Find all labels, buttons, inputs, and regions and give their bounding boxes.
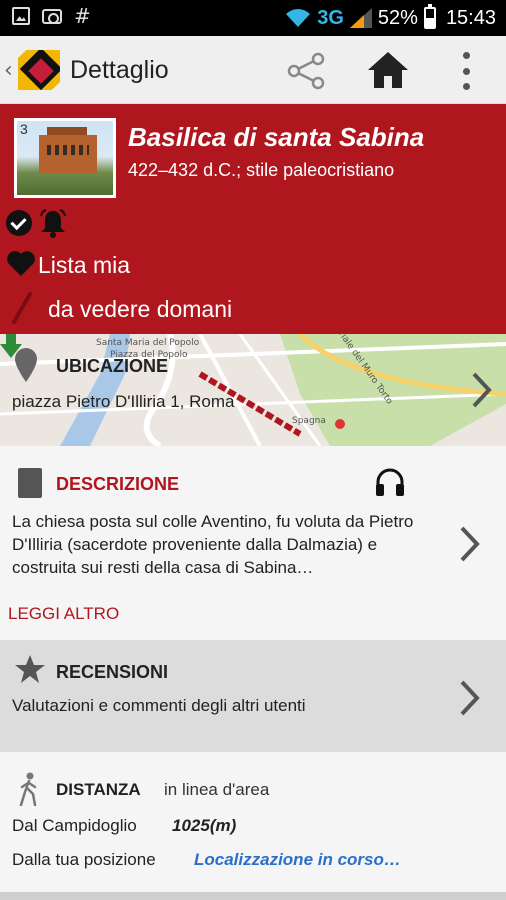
walking-icon <box>19 772 37 806</box>
reviews-text: Valutazioni e commenti degli altri utent… <box>12 696 306 715</box>
location-title: UBICAZIONE <box>56 356 168 376</box>
headphones-icon[interactable] <box>374 466 406 498</box>
location-address: piazza Pietro D'Illiria 1, Roma <box>12 392 235 411</box>
document-icon <box>18 468 42 498</box>
visited-check-icon[interactable] <box>6 210 32 236</box>
back-icon[interactable]: ‹ <box>4 58 13 83</box>
pencil-icon[interactable] <box>8 292 36 326</box>
wifi-icon <box>285 8 311 28</box>
distance-row-value: Localizzazione in corso… <box>194 850 401 869</box>
read-more-link[interactable]: LEGGI ALTRO <box>8 604 119 624</box>
distance-subtitle: in linea d'area <box>164 780 270 799</box>
signal-icon <box>349 8 372 28</box>
monument-title: Basilica di santa Sabina <box>128 122 425 152</box>
description-text: La chiesa posta sul colle Aventino, fu v… <box>12 512 414 577</box>
reviews-title: RECENSIONI <box>56 662 169 682</box>
clock: 15:43 <box>445 6 496 29</box>
distance-section: DISTANZA in linea d'area Dal Campidoglio… <box>0 752 506 892</box>
battery-icon <box>423 4 436 29</box>
monument-subtitle: 422–432 d.C.; stile paleocristiano <box>128 160 395 180</box>
image-icon <box>12 7 30 25</box>
reviews-section[interactable]: RECENSIONI Valutazioni e commenti degli … <box>0 640 506 752</box>
distance-title: DISTANZA <box>56 780 141 799</box>
note-label[interactable]: da vedere domani <box>48 296 232 323</box>
app-logo[interactable] <box>18 50 60 90</box>
map-label: Santa Maria del Popolo <box>96 338 200 348</box>
home-icon[interactable] <box>366 50 410 90</box>
hash-icon: # <box>74 4 91 28</box>
camera-icon <box>42 8 62 24</box>
page-title: Dettaglio <box>70 56 169 84</box>
network-type: 3G <box>317 6 344 29</box>
action-bar: ‹ Dettaglio <box>0 36 506 104</box>
monument-header: 3 Basilica di santa Sabina 422–432 d.C.;… <box>0 104 506 334</box>
reminder-bell-icon[interactable] <box>38 208 68 238</box>
share-icon[interactable] <box>286 52 326 90</box>
status-bar: # 3G 52% 15:43 <box>0 0 506 36</box>
chevron-right-icon[interactable] <box>458 526 480 562</box>
location-section[interactable]: Santa Maria del Popolo Piazza del Popolo… <box>0 334 506 446</box>
distance-row-label: Dalla tua posizione <box>12 850 156 869</box>
heart-icon[interactable] <box>6 250 36 276</box>
distance-row-value: 1025(m) <box>172 816 237 835</box>
monument-thumbnail[interactable]: 3 <box>14 118 116 198</box>
thumbnail-count: 3 <box>20 121 28 137</box>
star-icon <box>15 655 45 683</box>
map-label: Spagna <box>292 416 326 426</box>
chevron-right-icon[interactable] <box>458 680 480 716</box>
distance-row-label: Dal Campidoglio <box>12 816 137 835</box>
battery-percent: 52% <box>377 6 418 29</box>
description-title: DESCRIZIONE <box>56 474 180 494</box>
overflow-menu-icon[interactable] <box>456 52 476 90</box>
description-section[interactable]: DESCRIZIONE La chiesa posta sul colle Av… <box>0 446 506 640</box>
bottom-divider <box>0 892 506 900</box>
my-list-label[interactable]: Lista mia <box>38 252 130 279</box>
location-pin-icon <box>15 348 37 382</box>
chevron-right-icon[interactable] <box>470 372 492 408</box>
